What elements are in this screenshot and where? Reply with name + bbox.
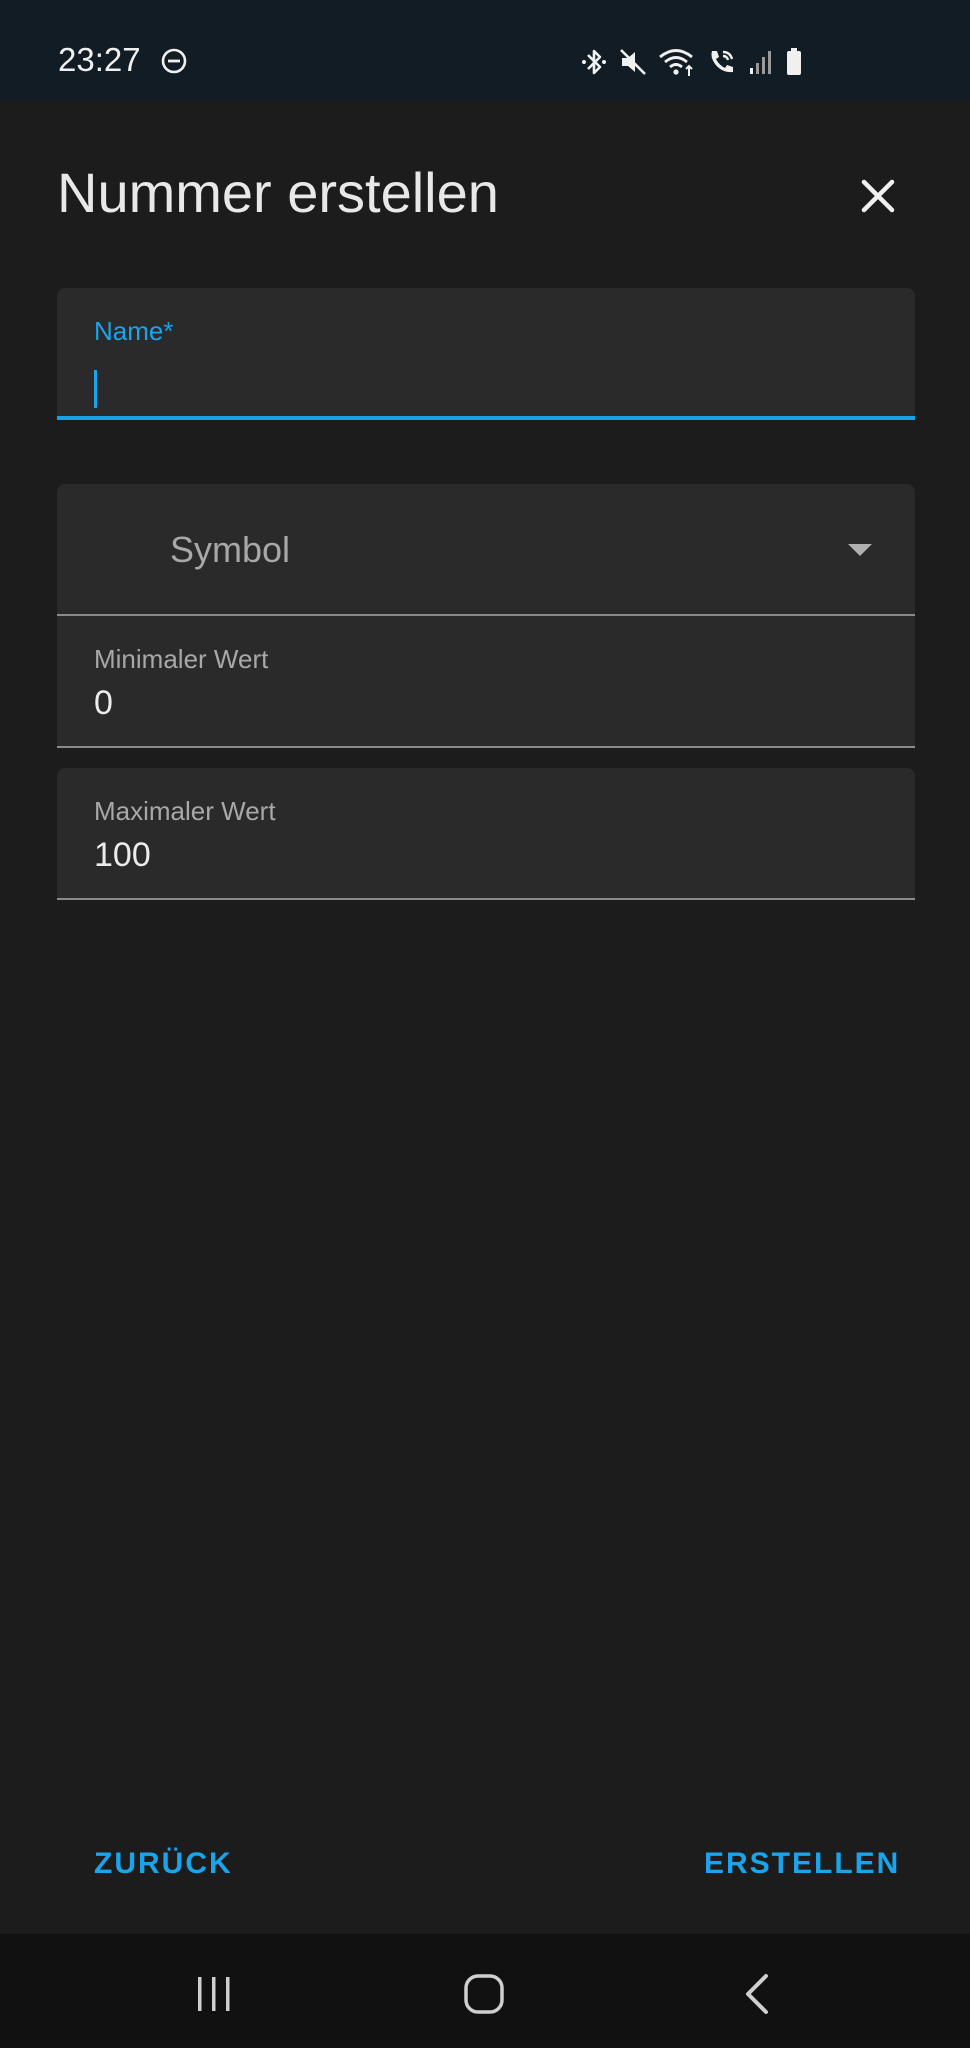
bluetooth-icon bbox=[582, 49, 606, 75]
max-value-label: Maximaler Wert bbox=[94, 796, 276, 826]
symbol-dropdown[interactable]: Symbol bbox=[57, 484, 915, 616]
dropdown-arrow-icon bbox=[848, 544, 872, 556]
create-button[interactable]: ERSTELLEN bbox=[704, 1844, 900, 1884]
wifi-calling-icon bbox=[711, 50, 734, 73]
status-icons bbox=[580, 42, 804, 82]
navigation-bar bbox=[0, 1934, 970, 2048]
mute-icon bbox=[620, 49, 646, 75]
symbol-placeholder: Symbol bbox=[170, 529, 291, 570]
name-field-label: Name* bbox=[94, 316, 174, 346]
max-value: 100 bbox=[94, 836, 151, 874]
home-icon[interactable] bbox=[462, 1972, 506, 2016]
close-icon[interactable] bbox=[850, 168, 906, 224]
back-button[interactable]: ZURÜCK bbox=[94, 1844, 233, 1884]
dialog-title: Nummer erstellen bbox=[57, 161, 499, 224]
do-not-disturb-icon bbox=[161, 48, 187, 74]
battery-icon bbox=[787, 48, 801, 75]
signal-icon bbox=[750, 51, 771, 74]
min-value-field[interactable]: Minimaler Wert 0 bbox=[57, 616, 915, 748]
back-icon[interactable] bbox=[740, 1972, 776, 2016]
wifi-icon bbox=[659, 49, 693, 76]
recent-apps-icon[interactable] bbox=[194, 1974, 234, 2014]
name-field[interactable]: Name* bbox=[57, 288, 915, 420]
max-value-field[interactable]: Maximaler Wert 100 bbox=[57, 768, 915, 900]
text-cursor bbox=[94, 370, 97, 408]
status-time: 23:27 bbox=[58, 41, 141, 78]
status-bar: 23:27 bbox=[0, 0, 970, 100]
min-value: 0 bbox=[94, 684, 113, 722]
min-value-label: Minimaler Wert bbox=[94, 644, 269, 674]
